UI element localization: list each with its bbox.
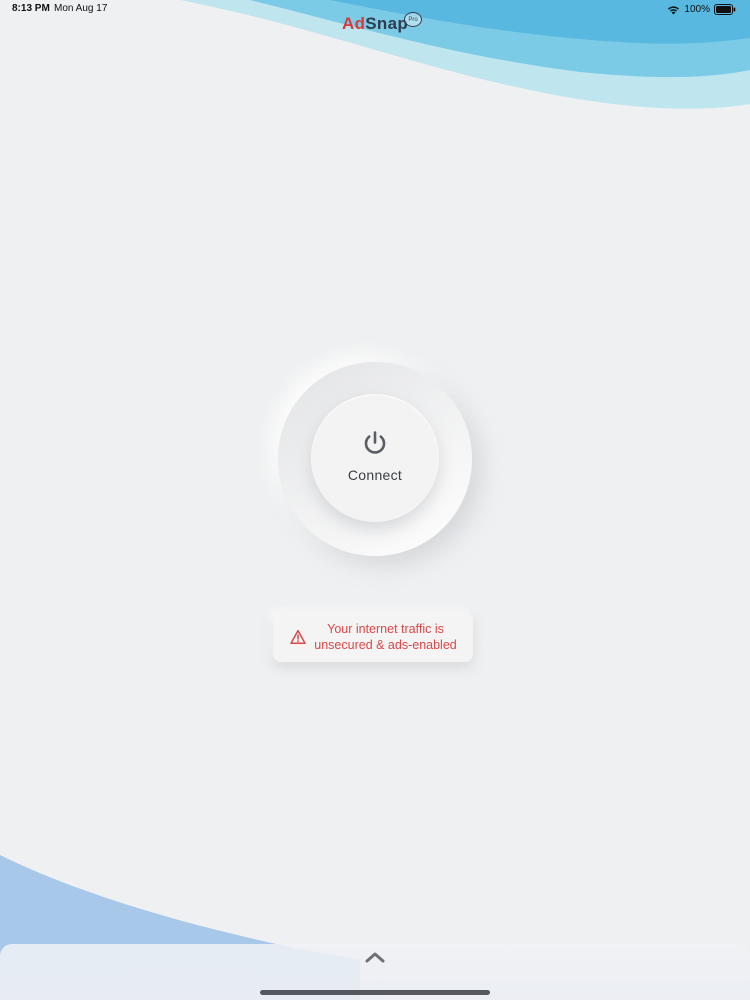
security-warning-banner: Your internet traffic is unsecured & ads… — [273, 612, 473, 662]
warning-text-line2: unsecured & ads-enabled — [314, 638, 457, 652]
status-date: Mon Aug 17 — [54, 3, 108, 14]
logo-text: AdSnap — [342, 14, 408, 34]
warning-text-line1: Your internet traffic is — [327, 622, 444, 636]
app-logo: AdSnap Pro — [342, 12, 423, 34]
connect-label: Connect — [347, 467, 403, 483]
logo-pro-badge: Pro — [404, 12, 423, 27]
power-icon — [364, 431, 386, 454]
wifi-icon — [668, 5, 680, 14]
status-indicators: 100% — [667, 3, 736, 16]
connect-button[interactable]: Connect — [278, 362, 472, 556]
warning-text: Your internet traffic is unsecured & ads… — [306, 621, 473, 653]
warning-triangle-icon — [290, 629, 306, 645]
battery-icon — [714, 4, 736, 15]
home-indicator[interactable] — [260, 990, 490, 995]
status-time: 8:13 PM — [12, 3, 50, 14]
battery-percentage: 100% — [684, 4, 710, 15]
logo-text-snap: Snap — [365, 14, 409, 33]
chevron-up-icon[interactable] — [364, 950, 386, 964]
connect-button-inner[interactable]: Connect — [311, 394, 439, 522]
bottom-drawer[interactable] — [0, 944, 750, 1000]
logo-text-ad: Ad — [342, 14, 366, 33]
